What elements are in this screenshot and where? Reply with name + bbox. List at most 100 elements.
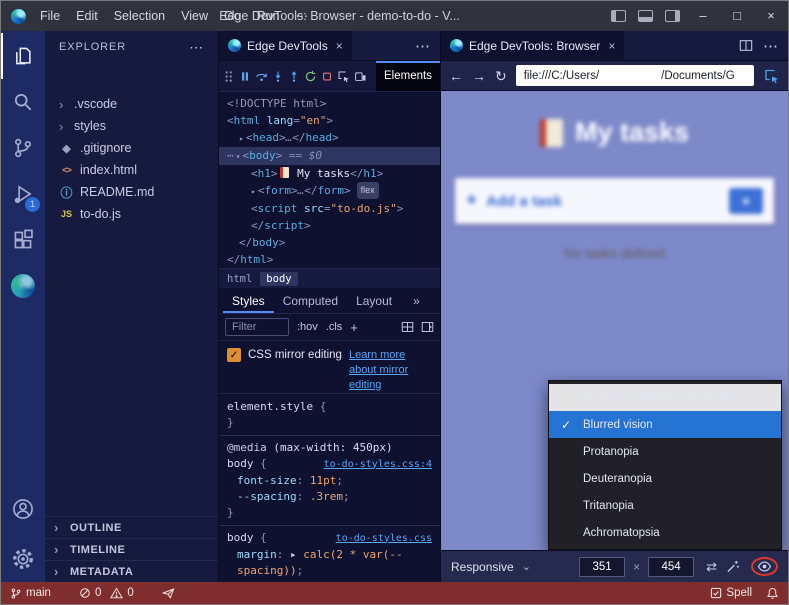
rotate-viewport-icon[interactable]: ⇄ [706, 559, 717, 575]
pause-icon[interactable] [239, 70, 251, 83]
dom-node[interactable]: ▸<head>…</head> [219, 129, 440, 147]
section-metadata[interactable]: ›METADATA [45, 560, 218, 582]
dom-node[interactable]: <script src="to-do.js"> [219, 200, 440, 217]
explorer-more-icon[interactable]: ⋯ [189, 39, 204, 56]
stylesheet-link[interactable]: to-do-styles.css [336, 531, 432, 547]
menu-selection[interactable]: Selection [106, 1, 173, 31]
crumb-html[interactable]: html [227, 273, 252, 285]
dom-node[interactable]: ⋯▾<body> == $0 [219, 147, 440, 165]
dom-node[interactable]: <h1> My tasks</h1> [219, 165, 440, 182]
notifications-indicator[interactable] [766, 587, 779, 600]
activity-search[interactable] [1, 79, 45, 125]
activity-extensions[interactable] [1, 217, 45, 263]
forward-icon[interactable]: → [472, 69, 486, 83]
menu-run[interactable]: Run [249, 1, 288, 31]
minimize-button[interactable]: – [686, 1, 720, 31]
activity-settings[interactable] [1, 536, 45, 582]
activity-account[interactable] [1, 486, 45, 532]
file-to-do-js[interactable]: JSto-do.js [45, 203, 218, 225]
step-out-icon[interactable] [288, 70, 300, 83]
css-line[interactable]: element.style { [227, 399, 432, 415]
tab-edge-devtools-browser[interactable]: Edge DevTools: Browser × [441, 31, 624, 60]
tab-computed[interactable]: Computed [274, 288, 347, 313]
add-task-button[interactable]: + [729, 188, 763, 214]
editor-actions-more-icon[interactable]: ⋯ [763, 37, 778, 55]
url-bar[interactable]: file:///C:/Users/ /Documents/G [516, 65, 754, 86]
css-line[interactable]: } [227, 505, 432, 521]
dom-node[interactable]: </script> [219, 217, 440, 234]
css-line[interactable]: body {to-do-styles.css [227, 530, 432, 547]
dom-node[interactable]: ▸<form>…</form>flex [219, 182, 440, 200]
section-outline[interactable]: ›OUTLINE [45, 516, 218, 538]
menu-item-protanopia[interactable]: Protanopia [549, 438, 781, 465]
viewport-width-input[interactable] [579, 557, 625, 577]
tab-edge-devtools[interactable]: Edge DevTools × [219, 31, 352, 60]
activity-source-control[interactable] [1, 125, 45, 171]
flex-badge[interactable]: flex [357, 182, 379, 199]
split-editor-icon[interactable] [739, 39, 753, 52]
toggle-sidebar-icon[interactable] [611, 10, 626, 22]
dom-node[interactable]: </body> [219, 234, 440, 251]
feedback-indicator[interactable] [162, 587, 175, 599]
step-into-icon[interactable] [272, 70, 284, 83]
back-icon[interactable]: ← [449, 69, 463, 83]
menu-go[interactable]: Go [216, 1, 249, 31]
file-vscode[interactable]: ›.vscode [45, 93, 218, 115]
stop-icon[interactable] [321, 70, 333, 83]
file-index-html[interactable]: <>index.html [45, 159, 218, 181]
emulation-wand-icon[interactable] [725, 559, 741, 574]
stylesheet-link[interactable]: to-do-styles.css:4 [324, 457, 432, 473]
add-task-card[interactable]: + Add a task + [455, 178, 774, 224]
maximize-button[interactable]: □ [720, 1, 754, 31]
crumb-body[interactable]: body [260, 272, 297, 286]
menu-item-deuteranopia[interactable]: Deuteranopia [549, 465, 781, 492]
styles-filter-input[interactable]: Filter [225, 318, 289, 336]
viewport-height-input[interactable] [648, 557, 694, 577]
spell-checker-indicator[interactable]: Spell [710, 587, 752, 599]
styles-overflow-icon[interactable]: » [413, 294, 420, 308]
grid-overlay-icon[interactable] [401, 321, 414, 333]
menu-item-achromatopsia[interactable]: Achromatopsia [549, 519, 781, 546]
class-toggle-button[interactable]: .cls [326, 321, 343, 333]
menu-item-no-vision-deficiency-emulation[interactable]: No vision deficiency emulation [549, 384, 781, 411]
menu-edit[interactable]: Edit [68, 1, 106, 31]
css-mirror-learn-more-link[interactable]: Learn more about mirror editing [349, 348, 432, 393]
branch-indicator[interactable]: main [10, 587, 51, 600]
inspect-element-icon[interactable] [337, 70, 350, 83]
tab-styles[interactable]: Styles [223, 288, 274, 313]
dom-node[interactable]: <!DOCTYPE html> [219, 95, 440, 112]
close-button[interactable]: × [754, 1, 788, 31]
computed-sidebar-icon[interactable] [421, 321, 434, 333]
file-readme-md[interactable]: ⓘREADME.md [45, 181, 218, 203]
pseudo-state-button[interactable]: :hov [297, 321, 318, 333]
activity-explorer[interactable] [1, 33, 45, 79]
menu-item-blurred-vision[interactable]: ✓Blurred vision [549, 411, 781, 438]
file-styles[interactable]: ›styles [45, 115, 218, 137]
vision-deficiency-eye-icon[interactable] [757, 560, 772, 573]
dom-node[interactable]: <html lang="en"> [219, 112, 440, 129]
css-line[interactable]: font-size: 11pt; [227, 473, 432, 489]
expand-arrow-icon[interactable]: ▸ [239, 134, 244, 143]
file-gitignore[interactable]: ◆.gitignore [45, 137, 218, 159]
toggle-secondary-sidebar-icon[interactable] [665, 10, 680, 22]
css-line[interactable]: } [227, 415, 432, 431]
tab-layout[interactable]: Layout [347, 288, 401, 313]
responsive-dropdown[interactable]: Responsive [451, 560, 514, 574]
activity-run-debug[interactable]: 1 [1, 171, 45, 217]
tab-elements[interactable]: Elements [376, 61, 440, 91]
menu-item-tritanopia[interactable]: Tritanopia [549, 492, 781, 519]
menu-view[interactable]: View [173, 1, 216, 31]
section-timeline[interactable]: ›TIMELINE [45, 538, 218, 560]
restart-icon[interactable] [304, 70, 317, 83]
expand-arrow-icon[interactable]: ▾ [236, 152, 241, 161]
menu-file[interactable]: File [32, 1, 68, 31]
css-line[interactable]: body {to-do-styles.css:4 [227, 456, 432, 473]
css-line[interactable]: --spacing: .3rem; [227, 489, 432, 505]
node-more-icon[interactable]: ⋯ [227, 149, 233, 162]
expand-arrow-icon[interactable]: ▸ [251, 187, 256, 196]
device-emulation-icon[interactable] [354, 70, 367, 83]
css-line[interactable]: margin: ▸ calc(2 * var(--spacing)); [227, 547, 432, 579]
css-mirror-checkbox[interactable]: ✓ [227, 348, 241, 362]
toggle-panel-icon[interactable] [638, 10, 653, 22]
tab-close-icon[interactable]: × [608, 39, 615, 53]
